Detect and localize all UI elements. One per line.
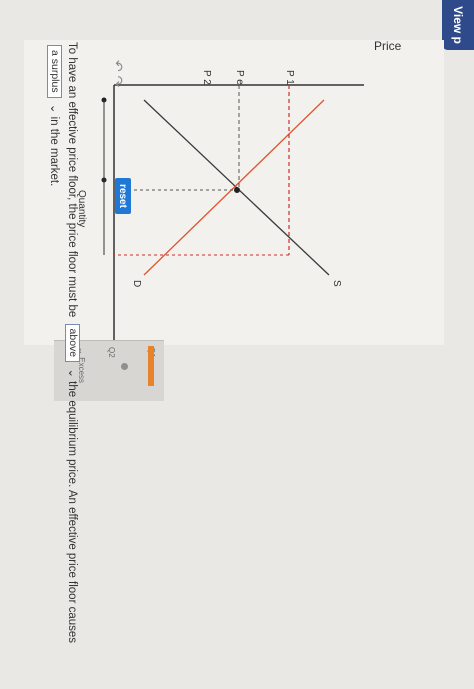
rotated-page: View p Price P 1 P e P 2 S D Quantity ↶ … [0,0,474,689]
question-line-2: a surplus ⌄ in the market. [46,42,62,187]
question-line-1: To have an effective price floor, the pr… [64,42,80,644]
y-axis-label: Price [374,40,402,53]
accent-bar [148,346,154,386]
p2-label: P 2 [201,70,212,85]
undo-icon[interactable]: ↶ [110,60,126,72]
supply-label: S [331,280,342,287]
select2-value: a surplus [48,50,61,93]
pe-label: P e [234,70,245,85]
reset-button-label: reset [117,184,129,208]
select1-value: above [66,328,79,358]
graph-panel: Price P 1 P e P 2 S D Quantity [24,39,444,345]
price-floor-position-select[interactable]: above [64,323,80,363]
supply-demand-graph: Price P 1 P e P 2 S D Quantity [76,39,402,340]
chevron-down-icon[interactable]: ⌄ [66,368,78,378]
view-button[interactable]: View p [442,0,474,50]
view-button-label: View p [451,6,465,44]
equilibrium-point[interactable] [234,187,240,193]
undo-redo-group: ↶ ↷ [109,60,126,87]
tool-q2[interactable]: Q2 [107,347,116,358]
reset-button[interactable]: reset [115,178,131,214]
tool-q2-label: Q2 [107,347,116,358]
question-part1: To have an effective price floor, the pr… [66,42,78,318]
chevron-down-icon[interactable]: ⌄ [48,104,60,114]
demand-label: D [131,280,142,287]
redo-icon[interactable]: ↷ [110,76,126,88]
tool-dot-icon [121,363,128,370]
market-effect-select[interactable]: a surplus [46,45,62,98]
question-part2: the equilibrium price. An effective pric… [66,381,78,644]
question-part3: in the market. [48,116,60,187]
p1-label: P 1 [284,70,295,85]
